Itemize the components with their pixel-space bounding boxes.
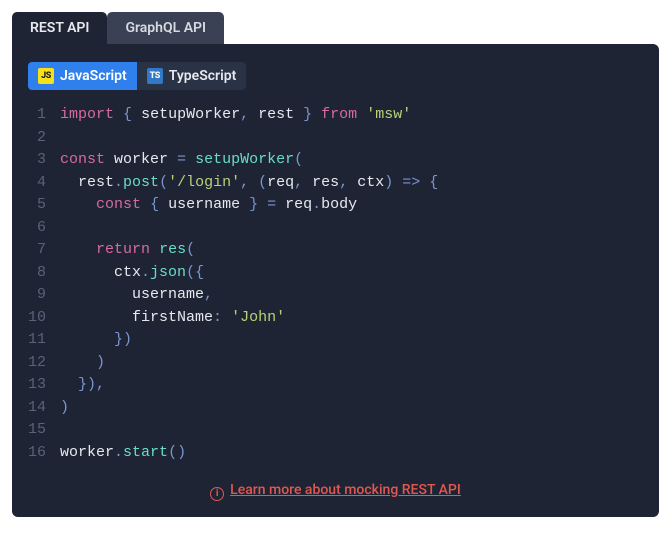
code-block: 12345678910111213141516 import { setupWo… [28,104,643,464]
line-number: 6 [28,217,46,240]
ts-badge-icon: TS [147,68,163,84]
code-line [60,217,643,240]
tab-graphql-api[interactable]: GraphQL API [107,12,224,44]
tab-typescript[interactable]: TS TypeScript [137,62,247,90]
code-line: ) [60,397,643,420]
code-line: rest.post('/login', (req, res, ctx) => { [60,172,643,195]
line-number: 3 [28,149,46,172]
line-number: 14 [28,397,46,420]
code-line [60,419,643,442]
learn-more-link[interactable]: Learn more about mocking REST API [230,482,461,498]
line-number: 16 [28,442,46,465]
line-number: 13 [28,374,46,397]
code-line: return res( [60,239,643,262]
code-line: worker.start() [60,442,643,465]
code-line: ctx.json({ [60,262,643,285]
code-line: const { username } = req.body [60,194,643,217]
line-number: 8 [28,262,46,285]
line-number-gutter: 12345678910111213141516 [28,104,60,464]
tab-typescript-label: TypeScript [169,68,237,84]
code-line [60,127,643,150]
line-number: 12 [28,352,46,375]
line-number: 7 [28,239,46,262]
line-number: 5 [28,194,46,217]
tab-rest-api[interactable]: REST API [12,12,107,44]
learn-more-row: i Learn more about mocking REST API [28,482,643,501]
code-line: }), [60,374,643,397]
line-number: 9 [28,284,46,307]
code-content[interactable]: import { setupWorker, rest } from 'msw' … [60,104,643,464]
api-tabs: REST API GraphQL API [12,12,659,44]
line-number: 15 [28,419,46,442]
tab-javascript[interactable]: JS JavaScript [28,62,137,90]
code-panel: JS JavaScript TS TypeScript 123456789101… [12,44,659,517]
code-line: }) [60,329,643,352]
line-number: 10 [28,307,46,330]
line-number: 2 [28,127,46,150]
line-number: 4 [28,172,46,195]
info-icon: i [210,487,224,501]
code-line: ) [60,352,643,375]
line-number: 11 [28,329,46,352]
line-number: 1 [28,104,46,127]
code-line: const worker = setupWorker( [60,149,643,172]
code-line: import { setupWorker, rest } from 'msw' [60,104,643,127]
language-tabs: JS JavaScript TS TypeScript [28,62,246,90]
tab-javascript-label: JavaScript [60,68,127,84]
code-line: username, [60,284,643,307]
code-line: firstName: 'John' [60,307,643,330]
js-badge-icon: JS [38,68,54,84]
